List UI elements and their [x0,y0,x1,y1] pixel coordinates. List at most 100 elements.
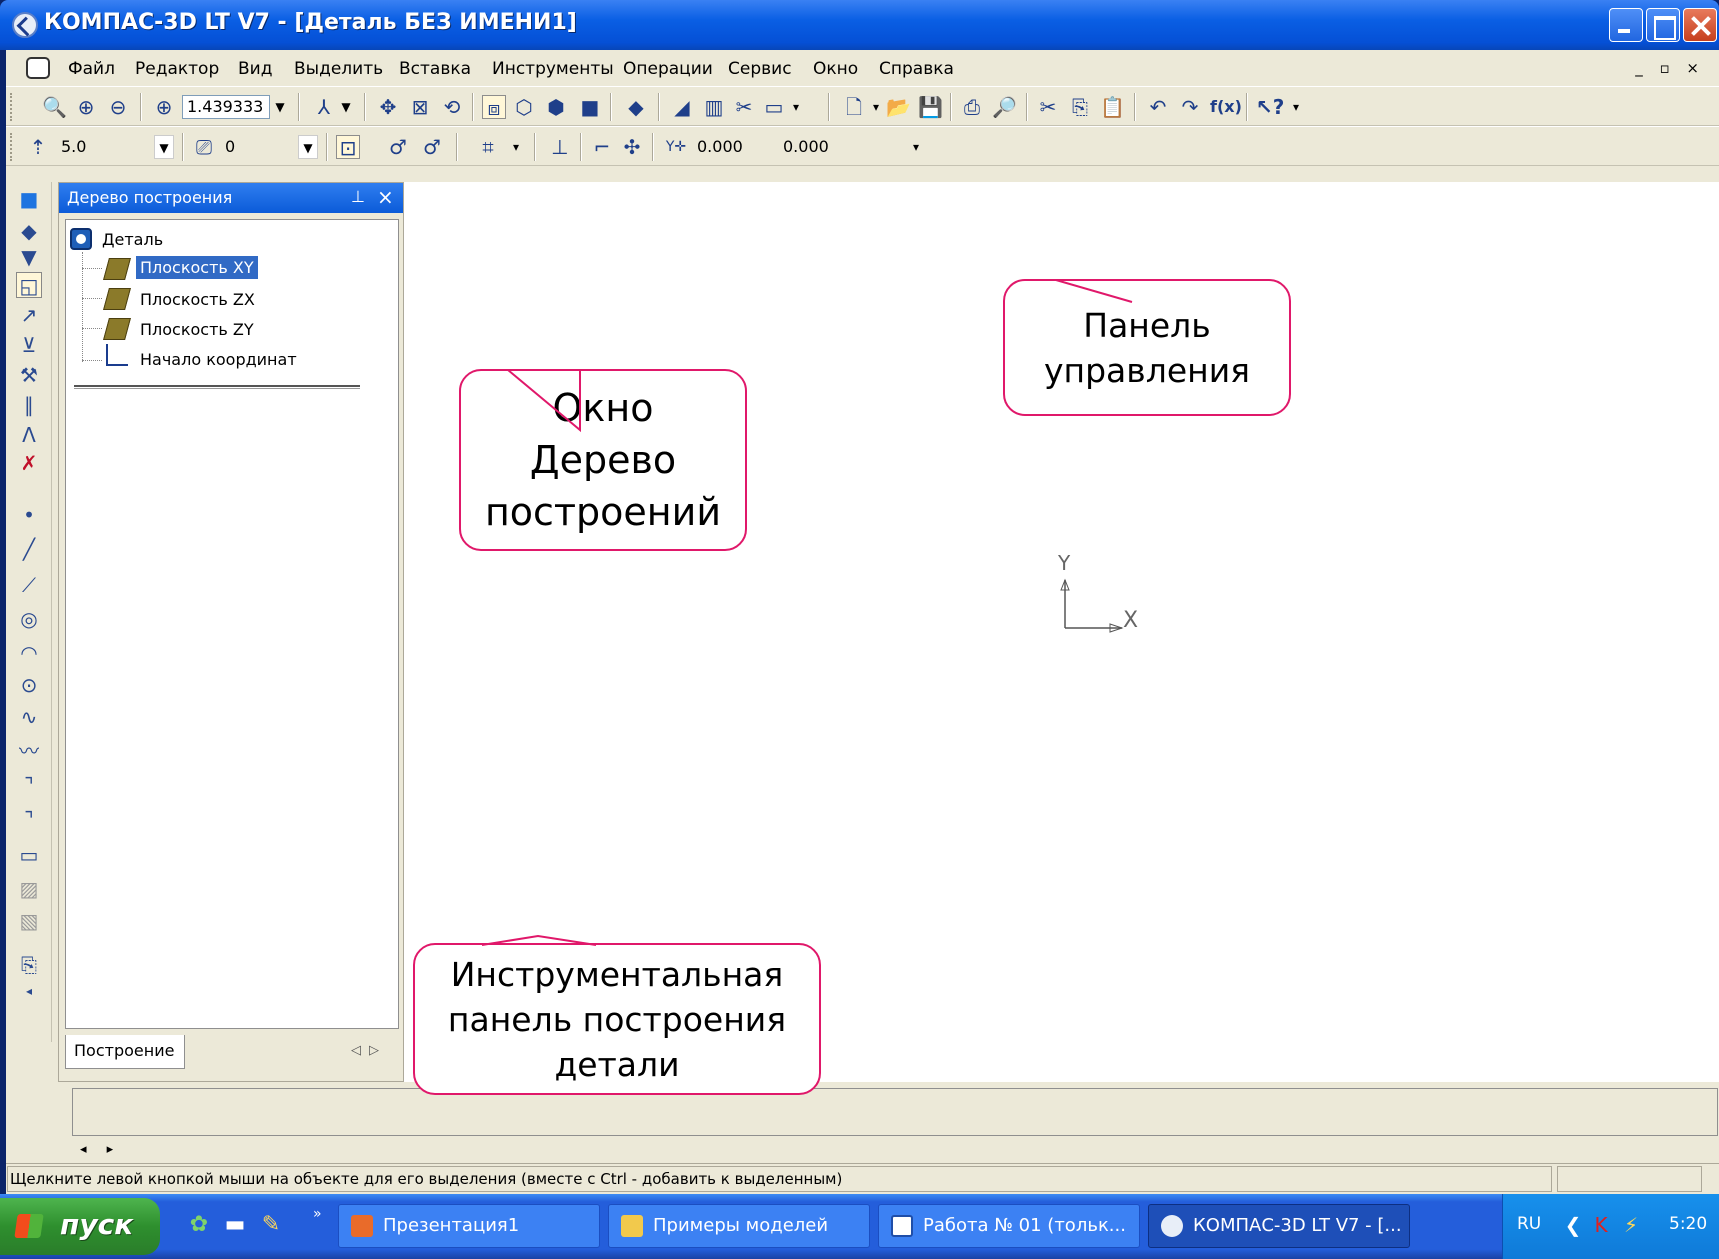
undo-icon[interactable]: ↶ [1146,95,1170,119]
measure-icon[interactable]: ⊻ [16,332,42,358]
ellipse-icon[interactable]: ⊙ [16,672,42,698]
auxiliary-line-icon[interactable]: ╱ [16,536,42,562]
insert-icon[interactable]: ⎘ [16,952,42,978]
layer-dropdown-arrow[interactable]: ▼ [298,135,318,159]
quick-launch-tool-icon[interactable]: ✎ [258,1212,284,1238]
minimize-button[interactable] [1609,8,1643,42]
editing-part-icon[interactable]: ■ [16,186,42,212]
save-icon[interactable]: 💾 [918,95,943,119]
tree-node-plane-zx[interactable]: Плоскость ZX [140,290,255,309]
menu-window[interactable]: Окно [813,59,858,79]
shaded-edges-icon[interactable]: ◆ [624,95,648,119]
print-preview-icon[interactable]: 🔎 [992,95,1017,119]
menu-tools[interactable]: Инструменты [492,59,614,79]
show-desktop-icon[interactable]: ▬ [222,1212,248,1238]
grid-dropdown-arrow[interactable]: ▾ [506,135,526,159]
zoom-scale-icon[interactable]: ⊕ [152,95,176,119]
toolbar-grip[interactable] [10,133,13,161]
rectangle-icon[interactable]: ▭ [16,842,42,868]
shaded-icon[interactable]: ■ [578,95,602,119]
tray-expand-icon[interactable]: ❮ [1561,1212,1585,1238]
task-button-word-doc[interactable]: Работа № 01 (тольк... [878,1204,1140,1248]
menu-operations[interactable]: Операции [623,59,713,79]
menu-service[interactable]: Сервис [728,59,792,79]
rotate-icon[interactable]: ⟲ [440,95,464,119]
hidden-lines-icon[interactable]: ⬡ [512,95,536,119]
zoom-in-icon[interactable]: ⊕ [74,95,98,119]
new-dropdown-arrow[interactable]: ▾ [866,95,886,119]
orientation-icon[interactable]: ⅄ [312,95,336,119]
zoom-window-icon[interactable]: 🔍 [42,95,67,119]
paste-icon[interactable]: 📋 [1100,95,1125,119]
tree-node-origin[interactable]: Начало координат [140,350,297,369]
grid-icon[interactable]: ⌗ [476,135,500,159]
local-cs-icon[interactable]: ⊡ [336,135,360,160]
open-folder-icon[interactable]: 📂 [886,95,911,119]
tree-node-plane-zy[interactable]: Плоскость ZY [140,320,254,339]
task-button-presentation[interactable]: Презентация1 [338,1204,600,1248]
rounding-icon[interactable]: ✣ [620,135,644,159]
task-button-kompas[interactable]: КОМПАС-3D LT V7 - [... [1148,1204,1410,1248]
section-icon[interactable]: ▥ [702,95,726,119]
orientation-dropdown-arrow[interactable]: ▼ [336,95,356,119]
cut-icon[interactable]: ✂ [1036,95,1060,119]
more-tools-arrow[interactable]: ◂ [16,978,42,1004]
menu-help[interactable]: Справка [879,59,954,79]
build-icon[interactable]: ⚒ [16,362,42,388]
close-button[interactable] [1683,8,1717,42]
tree-node-plane-xy[interactable]: Плоскость XY [135,255,259,280]
help-pointer-icon[interactable]: ↖? [1256,95,1284,119]
toolbar-grip[interactable] [10,93,13,121]
coord-x-field[interactable]: 0.000 [692,135,772,159]
menu-file[interactable]: Файл [68,59,115,79]
step-field[interactable]: 5.0 [56,135,154,159]
thin-hidden-lines-icon[interactable]: ⬢ [544,95,568,119]
point-icon[interactable]: • [16,502,42,528]
tab-construction[interactable]: Построение [65,1035,185,1069]
document-icon[interactable] [26,57,50,79]
tree-root-part[interactable]: Деталь [102,230,163,249]
chamfer-icon[interactable]: ⌝ [16,806,42,832]
coord-y-field[interactable]: 0.000 [778,135,862,159]
filter-icon[interactable]: ▼ [16,244,42,270]
start-button[interactable]: пуск [0,1198,160,1255]
tree-close-icon[interactable]: × [377,185,394,209]
properties-box[interactable] [72,1088,1718,1136]
tree-end-marker[interactable] [74,385,360,389]
maximize-button[interactable] [1646,8,1680,42]
antivirus-icon[interactable]: K [1589,1212,1613,1238]
quick-launch-icon[interactable]: ✿ [186,1212,212,1238]
kompas-app-icon[interactable] [12,12,38,38]
fit-view-icon[interactable]: ⊠ [408,95,432,119]
panels-dropdown-arrow[interactable]: ▾ [786,95,806,119]
print-icon[interactable]: ⎙ [960,95,984,119]
task-button-models-folder[interactable]: Примеры моделей [608,1204,870,1248]
orthogonal-mode-icon[interactable]: ⌐ [590,135,614,159]
parameterization-icon[interactable]: ∥ [16,392,42,418]
redo-icon[interactable]: ↷ [1178,95,1202,119]
document-window-controls[interactable]: _ ▫ × [1635,59,1705,77]
variables-icon[interactable]: f(x) [1210,95,1242,119]
polyline-icon[interactable]: 〰 [16,738,42,764]
circle-icon[interactable]: ◎ [16,606,42,632]
menu-insert[interactable]: Вставка [399,59,471,79]
segment-icon[interactable]: ⟋ [16,572,42,598]
pan-icon[interactable]: ✥ [376,95,400,119]
coords-dropdown-arrow[interactable]: ▾ [906,135,926,159]
zoom-scale-field[interactable]: 1.439333 [182,95,270,119]
selection-icon[interactable]: ✗ [16,450,42,476]
help-dropdown-arrow[interactable]: ▾ [1286,95,1306,119]
tab-scroll-arrows[interactable]: ◁▷ [351,1043,387,1058]
dimensions-icon[interactable]: ↗ [16,302,42,328]
arc-icon[interactable]: ◠ [16,640,42,666]
copy-icon[interactable]: ⎘ [1068,95,1092,119]
snap-settings-icon[interactable]: ♂ [420,135,444,159]
geometry-icon[interactable]: Λ [16,422,42,448]
auxiliary-geometry-icon[interactable]: ◆ [16,218,42,244]
quick-launch-more-icon[interactable]: » [313,1206,322,1222]
new-document-icon[interactable]: 🗋 [842,95,866,119]
pin-icon[interactable]: ⊥ [351,187,365,206]
zoom-out-icon[interactable]: ⊖ [106,95,130,119]
fillet-icon[interactable]: ⌝ [16,772,42,798]
menu-select[interactable]: Выделить [294,59,383,79]
